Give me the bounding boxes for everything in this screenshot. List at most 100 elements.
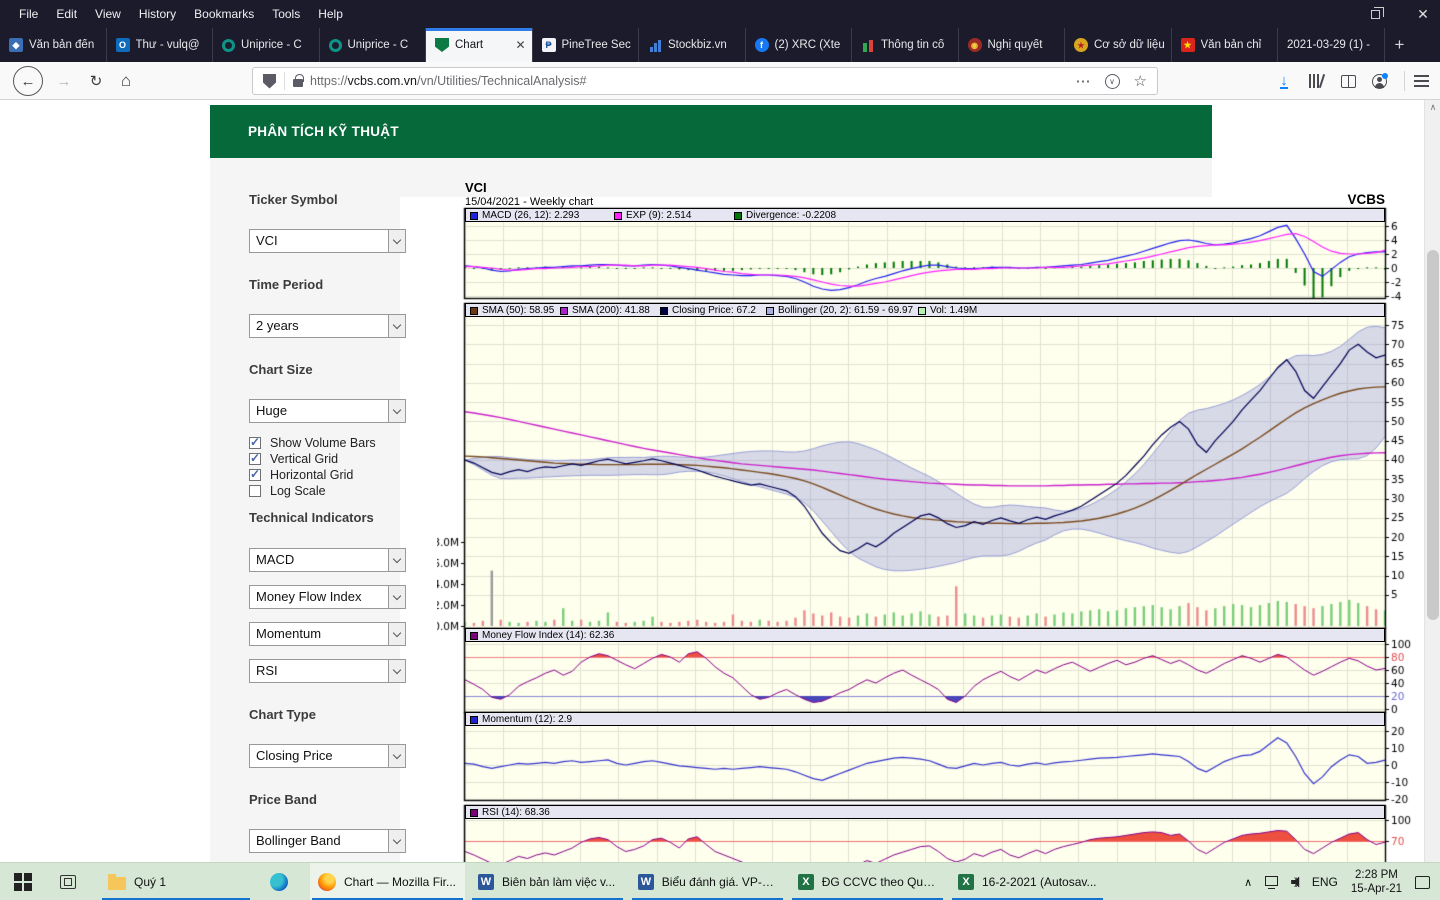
tab-stockbiz[interactable]: Stockbiz.vn bbox=[639, 28, 746, 62]
checkbox-show-volume-bars[interactable] bbox=[249, 437, 261, 449]
page-scrollbar[interactable]: ∧ bbox=[1424, 100, 1440, 862]
taskbar-excel-1[interactable]: XĐG CCVC theo Quý... bbox=[790, 863, 945, 900]
ticker-symbol-select[interactable]: VCI bbox=[249, 229, 406, 253]
forward-button[interactable]: → bbox=[50, 62, 78, 100]
tab-van-ban-den[interactable]: ◆Văn bản đến bbox=[0, 28, 107, 62]
sidebar-toggle-button[interactable] bbox=[1334, 62, 1362, 100]
volume-button[interactable]: )) bbox=[1291, 877, 1299, 888]
tab-thong-tin-co[interactable]: Thông tin cổ bbox=[852, 28, 959, 62]
chevron-down-icon[interactable] bbox=[388, 623, 405, 645]
new-tab-button[interactable]: + bbox=[1385, 28, 1415, 62]
price-legend: SMA (50): 58.95 SMA (200): 41.88 Closing… bbox=[465, 303, 1385, 317]
tab-co-so-du-lieu[interactable]: ★Cơ sở dữ liệu bbox=[1065, 28, 1172, 62]
url-bar[interactable]: https://vcbs.com.vn/vn/Utilities/Technic… bbox=[252, 67, 1158, 95]
window-titlebar: File Edit View History Bookmarks Tools H… bbox=[0, 0, 1440, 28]
outlook-icon: O bbox=[116, 38, 130, 52]
taskbar-excel-2[interactable]: X16-2-2021 (Autosav... bbox=[950, 863, 1105, 900]
urlbar-divider bbox=[284, 72, 285, 90]
scrollbar-thumb[interactable] bbox=[1427, 250, 1439, 620]
url-text[interactable]: https://vcbs.com.vn/vn/Utilities/Technic… bbox=[310, 74, 587, 88]
chevron-down-icon[interactable] bbox=[388, 660, 405, 682]
chevron-down-icon[interactable] bbox=[388, 230, 405, 252]
download-icon: ↓ bbox=[1280, 74, 1288, 89]
chevron-down-icon[interactable] bbox=[388, 400, 405, 422]
log-scale-option[interactable]: Log Scale bbox=[249, 484, 326, 498]
app-menu-button[interactable] bbox=[1406, 62, 1436, 100]
show-volume-bars-option[interactable]: Show Volume Bars bbox=[249, 436, 376, 450]
uniprice-icon bbox=[329, 39, 342, 52]
closing-price-legend-swatch bbox=[660, 307, 668, 315]
back-button[interactable]: ← bbox=[8, 62, 48, 100]
chart-subtitle: 15/04/2021 - Weekly chart bbox=[465, 196, 593, 208]
menu-file[interactable]: File bbox=[10, 3, 47, 25]
page-title-banner: PHÂN TÍCH KỸ THUẬT bbox=[210, 105, 1212, 158]
taskbar-word-2[interactable]: WBiểu đánh giá. VP-1... bbox=[630, 863, 785, 900]
downloads-button[interactable]: ↓ bbox=[1270, 62, 1298, 100]
tracking-protection-shield-icon[interactable] bbox=[263, 74, 276, 89]
account-button[interactable] bbox=[1364, 62, 1394, 100]
taskbar-word-1[interactable]: WBiên bản làm việc v... bbox=[470, 863, 625, 900]
gold-emblem-icon: ★ bbox=[1074, 38, 1088, 52]
notification-center-icon[interactable] bbox=[1415, 876, 1430, 889]
chevron-down-icon[interactable] bbox=[388, 315, 405, 337]
menu-view[interactable]: View bbox=[86, 3, 130, 25]
chevron-down-icon[interactable] bbox=[388, 745, 405, 767]
menu-edit[interactable]: Edit bbox=[47, 3, 86, 25]
close-window-button[interactable]: ✕ bbox=[1414, 5, 1432, 23]
tab-nghi-quyet[interactable]: ◉Nghị quyết bbox=[959, 28, 1066, 62]
taskbar-firefox[interactable]: Chart — Mozilla Fir... bbox=[310, 863, 465, 900]
tab-facebook[interactable]: f(2) XRC (Xte bbox=[746, 28, 853, 62]
bookmark-star-icon[interactable]: ☆ bbox=[1134, 72, 1147, 90]
pocket-icon[interactable]: ∨ bbox=[1105, 74, 1120, 89]
taskbar-clock[interactable]: 2:28 PM15-Apr-21 bbox=[1351, 868, 1402, 896]
chevron-down-icon[interactable] bbox=[388, 586, 405, 608]
tab-van-ban-chi[interactable]: ★Văn bản chỉ bbox=[1172, 28, 1279, 62]
chart-brand-vcbs: VCBS bbox=[1280, 192, 1385, 207]
vertical-grid-option[interactable]: Vertical Grid bbox=[249, 452, 338, 466]
candlestick-icon bbox=[861, 38, 875, 52]
indicator-4-select[interactable]: RSI bbox=[249, 659, 406, 683]
menu-history[interactable]: History bbox=[130, 3, 185, 25]
restore-window-button[interactable] bbox=[1366, 5, 1384, 23]
tab-uniprice-1[interactable]: Uniprice - C bbox=[213, 28, 320, 62]
menu-help[interactable]: Help bbox=[309, 3, 352, 25]
menu-tools[interactable]: Tools bbox=[263, 3, 309, 25]
start-button[interactable] bbox=[6, 863, 40, 900]
task-view-button[interactable] bbox=[52, 863, 84, 900]
page-actions-dots-icon[interactable]: ⋯ bbox=[1076, 72, 1091, 90]
network-icon[interactable] bbox=[1265, 876, 1278, 886]
indicator-2-select[interactable]: Money Flow Index bbox=[249, 585, 406, 609]
price-band-select[interactable]: Bollinger Band bbox=[249, 829, 406, 853]
checkbox-vertical-grid[interactable] bbox=[249, 453, 261, 465]
indicator-3-select[interactable]: Momentum bbox=[249, 622, 406, 646]
library-button[interactable] bbox=[1302, 62, 1330, 100]
scrollbar-up-arrow-icon[interactable]: ∧ bbox=[1425, 102, 1440, 113]
time-period-select[interactable]: 2 years bbox=[249, 314, 406, 338]
chevron-down-icon[interactable] bbox=[388, 830, 405, 852]
checkbox-log-scale[interactable] bbox=[249, 485, 261, 497]
indicator-1-select[interactable]: MACD bbox=[249, 548, 406, 572]
taskbar-edge[interactable] bbox=[262, 863, 296, 900]
taskbar-folder-quy1[interactable]: Quý 1 bbox=[100, 863, 252, 900]
chevron-down-icon[interactable] bbox=[388, 549, 405, 571]
tab-pdf-document[interactable]: 2021-03-29 (1) - bbox=[1278, 28, 1385, 62]
tab-chart-active[interactable]: Chart✕ bbox=[426, 28, 533, 62]
desktop-screen: File Edit View History Bookmarks Tools H… bbox=[0, 0, 1440, 900]
exp-legend-swatch bbox=[614, 212, 622, 220]
tab-outlook-mail[interactable]: OThư - vulq@ bbox=[107, 28, 214, 62]
tab-close-icon[interactable]: ✕ bbox=[511, 38, 525, 52]
sidebar-icon bbox=[1341, 75, 1356, 88]
tab-pinetree[interactable]: ₱PineTree Sec bbox=[533, 28, 640, 62]
windows-logo-icon bbox=[14, 873, 32, 891]
tray-expand-icon[interactable]: ∧ bbox=[1244, 876, 1252, 889]
language-indicator[interactable]: ENG bbox=[1312, 875, 1338, 889]
tab-uniprice-2[interactable]: Uniprice - C bbox=[320, 28, 427, 62]
horizontal-grid-option[interactable]: Horizontal Grid bbox=[249, 468, 353, 482]
menu-bookmarks[interactable]: Bookmarks bbox=[185, 3, 263, 25]
reload-button[interactable]: ↻ bbox=[82, 62, 110, 100]
home-button[interactable]: ⌂ bbox=[112, 62, 140, 100]
chart-size-select[interactable]: Huge bbox=[249, 399, 406, 423]
lock-icon[interactable] bbox=[293, 79, 303, 87]
chart-type-select[interactable]: Closing Price bbox=[249, 744, 406, 768]
checkbox-horizontal-grid[interactable] bbox=[249, 469, 261, 481]
